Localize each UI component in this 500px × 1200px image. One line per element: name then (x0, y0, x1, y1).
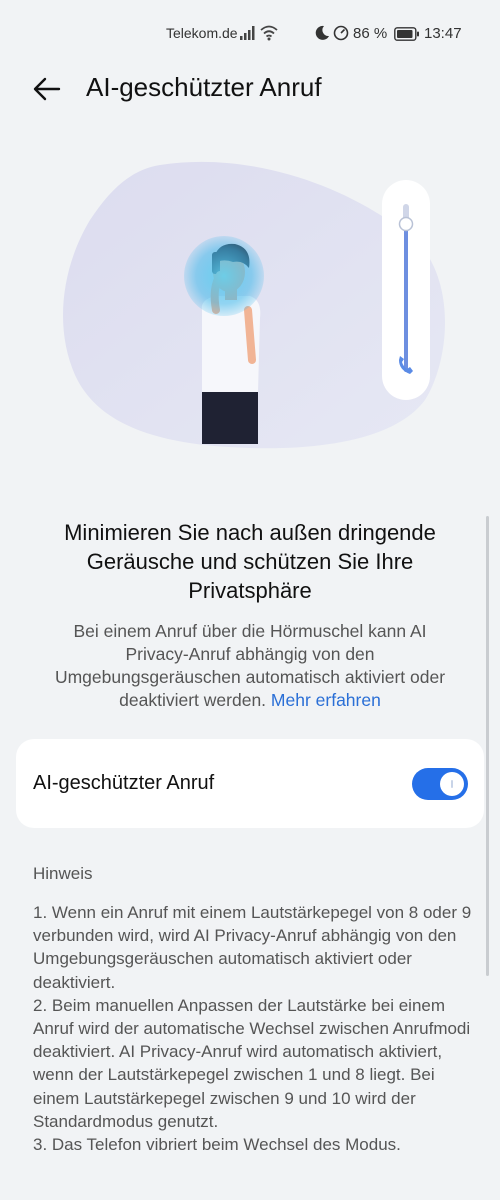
description-text: Bei einem Anruf über die Hörmuschel kann… (54, 621, 446, 710)
note-item: 1. Wenn ein Anruf mit einem Lautstärkepe… (33, 903, 472, 992)
note-item: 3. Das Telefon vibriert beim Wechsel des… (33, 1135, 401, 1155)
back-button[interactable] (30, 74, 66, 104)
moon-icon (314, 25, 330, 45)
signal-icon (240, 26, 256, 44)
gauge-icon (333, 25, 349, 45)
toggle-knob (440, 772, 464, 796)
feature-description: Bei einem Anruf über die Hörmuschel kann… (40, 620, 460, 712)
notes-title: Hinweis (33, 864, 93, 883)
battery-percent: 86 % (353, 25, 388, 42)
hero-illustration (0, 160, 500, 460)
status-bar: Telekom.de 86 % 13:47 (0, 0, 500, 64)
scrollbar[interactable] (486, 516, 489, 976)
ai-call-toggle[interactable] (412, 768, 468, 800)
notes-body: 1. Wenn ein Anruf mit einem Lautstärkepe… (33, 901, 478, 1156)
privacy-glow (184, 236, 264, 316)
note-item: 2. Beim manuellen Anpassen der Lautstärk… (33, 995, 471, 1131)
learn-more-link[interactable]: Mehr erfahren (271, 690, 381, 710)
carrier-name: Telekom.de (166, 25, 238, 41)
feature-headline: Minimieren Sie nach außen dringende Gerä… (64, 520, 436, 603)
arrow-left-icon (33, 77, 61, 101)
setting-label: AI-geschützter Anruf (33, 772, 215, 794)
page-title: AI-geschützter Anruf (86, 72, 322, 102)
clock: 13:47 (424, 25, 462, 42)
volume-slider-illustration (382, 180, 430, 400)
wifi-icon (260, 25, 278, 45)
app-bar: AI-geschützter Anruf (0, 60, 500, 116)
battery-icon (394, 27, 420, 45)
setting-card: AI-geschützter Anruf (16, 739, 484, 828)
